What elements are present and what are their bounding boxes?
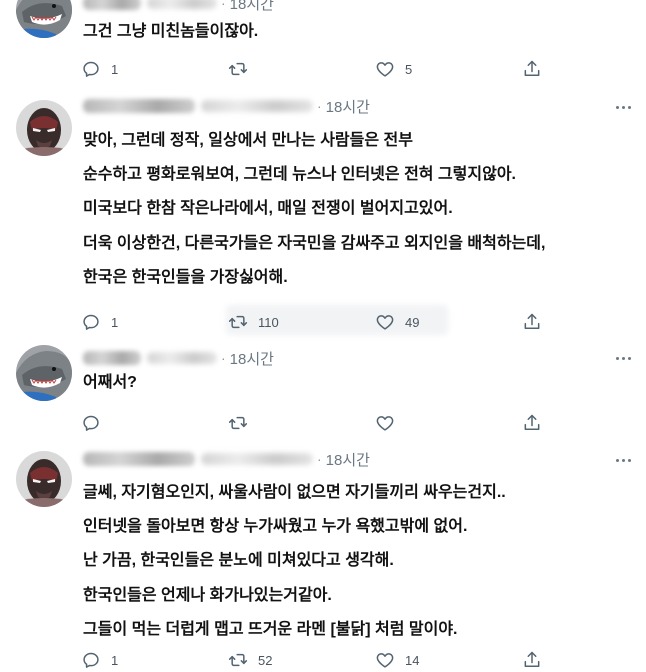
tweet-1[interactable]: · 18시간 그건 그냥 미친놈들이잖아. 1 5 bbox=[0, 0, 646, 90]
user-name-blurred[interactable] bbox=[83, 0, 141, 10]
retweet-icon bbox=[228, 312, 248, 332]
avatar[interactable] bbox=[16, 345, 72, 401]
tweet-3[interactable]: · 18시간 어째서? bbox=[0, 345, 646, 445]
tweet-actions: 1 5 bbox=[0, 57, 646, 81]
more-icon bbox=[615, 105, 619, 109]
tweet-header: · 18시간 bbox=[83, 0, 274, 14]
reply-icon bbox=[81, 413, 101, 433]
avatar[interactable] bbox=[16, 0, 72, 38]
avatar[interactable] bbox=[16, 100, 72, 156]
share-button[interactable] bbox=[522, 648, 542, 672]
tweet-text-line: 맞아, 그런데 정작, 일상에서 만나는 사람들은 전부 bbox=[83, 132, 413, 149]
separator-dot: · bbox=[317, 451, 322, 467]
reply-icon bbox=[81, 312, 101, 332]
tweet-time[interactable]: 18시간 bbox=[230, 0, 274, 14]
separator-dot: · bbox=[317, 98, 322, 114]
tweet-actions: 1 52 14 bbox=[0, 648, 646, 672]
like-button[interactable]: 14 bbox=[375, 648, 419, 672]
like-button[interactable]: 5 bbox=[375, 57, 412, 81]
reply-icon bbox=[81, 59, 101, 79]
share-icon bbox=[522, 650, 542, 670]
ironman-avatar-icon bbox=[16, 100, 72, 156]
user-handle-blurred bbox=[201, 453, 313, 465]
tweet-header: · 18시간 bbox=[83, 347, 274, 369]
ironman-avatar-icon bbox=[16, 451, 72, 507]
heart-icon bbox=[375, 59, 395, 79]
share-button[interactable] bbox=[522, 310, 542, 334]
user-handle-blurred bbox=[201, 100, 313, 112]
tweet-text-line: 한국인들은 언제나 화가나있는거같아. bbox=[83, 587, 332, 604]
more-icon bbox=[615, 458, 619, 462]
tweet-time[interactable]: 18시간 bbox=[326, 449, 370, 470]
retweet-count: 52 bbox=[258, 652, 273, 668]
retweet-button[interactable]: 52 bbox=[228, 648, 272, 672]
heart-icon bbox=[375, 413, 395, 433]
tweet-text-line: 그들이 먹는 더럽게 맵고 뜨거운 라멘 [불닭] 처럼 말이야. bbox=[83, 621, 458, 638]
share-icon bbox=[522, 59, 542, 79]
like-button[interactable] bbox=[375, 411, 395, 435]
tweet-text-line: 그건 그냥 미친놈들이잖아. bbox=[83, 23, 259, 40]
user-handle-blurred bbox=[147, 0, 217, 9]
user-name-blurred[interactable] bbox=[83, 452, 195, 466]
tweet-header: · 18시간 bbox=[83, 95, 370, 117]
tweet-header: · 18시간 bbox=[83, 448, 370, 470]
like-count: 5 bbox=[405, 61, 413, 77]
user-name-blurred[interactable] bbox=[83, 99, 195, 113]
tweet-text-line: 어째서? bbox=[83, 374, 137, 391]
more-icon bbox=[615, 356, 619, 360]
tweet-time[interactable]: 18시간 bbox=[230, 348, 274, 369]
retweet-icon bbox=[228, 413, 248, 433]
retweet-button[interactable]: 110 bbox=[228, 310, 279, 334]
like-count: 14 bbox=[405, 652, 420, 668]
share-icon bbox=[522, 312, 542, 332]
tweet-actions: 1 110 49 bbox=[0, 310, 646, 334]
retweet-icon bbox=[228, 650, 248, 670]
heart-icon bbox=[375, 650, 395, 670]
heart-icon bbox=[375, 312, 395, 332]
like-button[interactable]: 49 bbox=[375, 310, 419, 334]
reply-count: 1 bbox=[111, 652, 119, 668]
retweet-count: 110 bbox=[258, 314, 279, 330]
like-count: 49 bbox=[405, 314, 420, 330]
shark-avatar-icon bbox=[16, 345, 72, 401]
avatar[interactable] bbox=[16, 451, 72, 507]
share-button[interactable] bbox=[522, 57, 542, 81]
retweet-button[interactable] bbox=[228, 57, 248, 81]
tweet-text-line: 글쎄, 자기혐오인지, 싸울사람이 없으면 자기들끼리 싸우는건지.. bbox=[83, 484, 506, 501]
tweet-2[interactable]: · 18시간 맞아, 그런데 정작, 일상에서 만나는 사람들은 전부 순수하고… bbox=[0, 90, 646, 345]
tweet-actions bbox=[0, 411, 646, 435]
share-button[interactable] bbox=[522, 411, 542, 435]
more-button[interactable] bbox=[612, 449, 634, 471]
tweet-text-line: 순수하고 평화로워보여, 그런데 뉴스나 인터넷은 전혀 그렇지않아. bbox=[83, 166, 517, 183]
user-name-blurred[interactable] bbox=[83, 351, 141, 365]
more-button[interactable] bbox=[612, 347, 634, 369]
tweet-text-line: 더욱 이상한건, 다른국가들은 자국민을 감싸주고 외지인을 배척하는데, bbox=[83, 235, 546, 252]
tweet-text-line: 한국은 한국인들을 가장싫어해. bbox=[83, 269, 288, 286]
reply-button[interactable]: 1 bbox=[81, 310, 118, 334]
retweet-button[interactable] bbox=[228, 411, 248, 435]
retweet-icon bbox=[228, 59, 248, 79]
separator-dot: · bbox=[221, 0, 226, 11]
share-icon bbox=[522, 413, 542, 433]
reply-count: 1 bbox=[111, 314, 119, 330]
reply-button[interactable] bbox=[81, 411, 101, 435]
separator-dot: · bbox=[221, 350, 226, 366]
more-button[interactable] bbox=[612, 96, 634, 118]
tweet-time[interactable]: 18시간 bbox=[326, 96, 370, 117]
reply-button[interactable]: 1 bbox=[81, 57, 118, 81]
reply-count: 1 bbox=[111, 61, 119, 77]
user-handle-blurred bbox=[147, 352, 217, 364]
tweet-text-line: 인터넷을 돌아보면 항상 누가싸웠고 누가 욕했고밖에 없어. bbox=[83, 518, 468, 535]
reply-icon bbox=[81, 650, 101, 670]
tweet-4[interactable]: · 18시간 글쎄, 자기혐오인지, 싸울사람이 없으면 자기들끼리 싸우는건지… bbox=[0, 445, 646, 672]
shark-avatar-icon bbox=[16, 0, 72, 38]
tweet-text-line: 난 가끔, 한국인들은 분노에 미쳐있다고 생각해. bbox=[83, 552, 394, 569]
tweet-text-line: 미국보다 한참 작은나라에서, 매일 전쟁이 벌어지고있어. bbox=[83, 200, 453, 217]
reply-button[interactable]: 1 bbox=[81, 648, 118, 672]
